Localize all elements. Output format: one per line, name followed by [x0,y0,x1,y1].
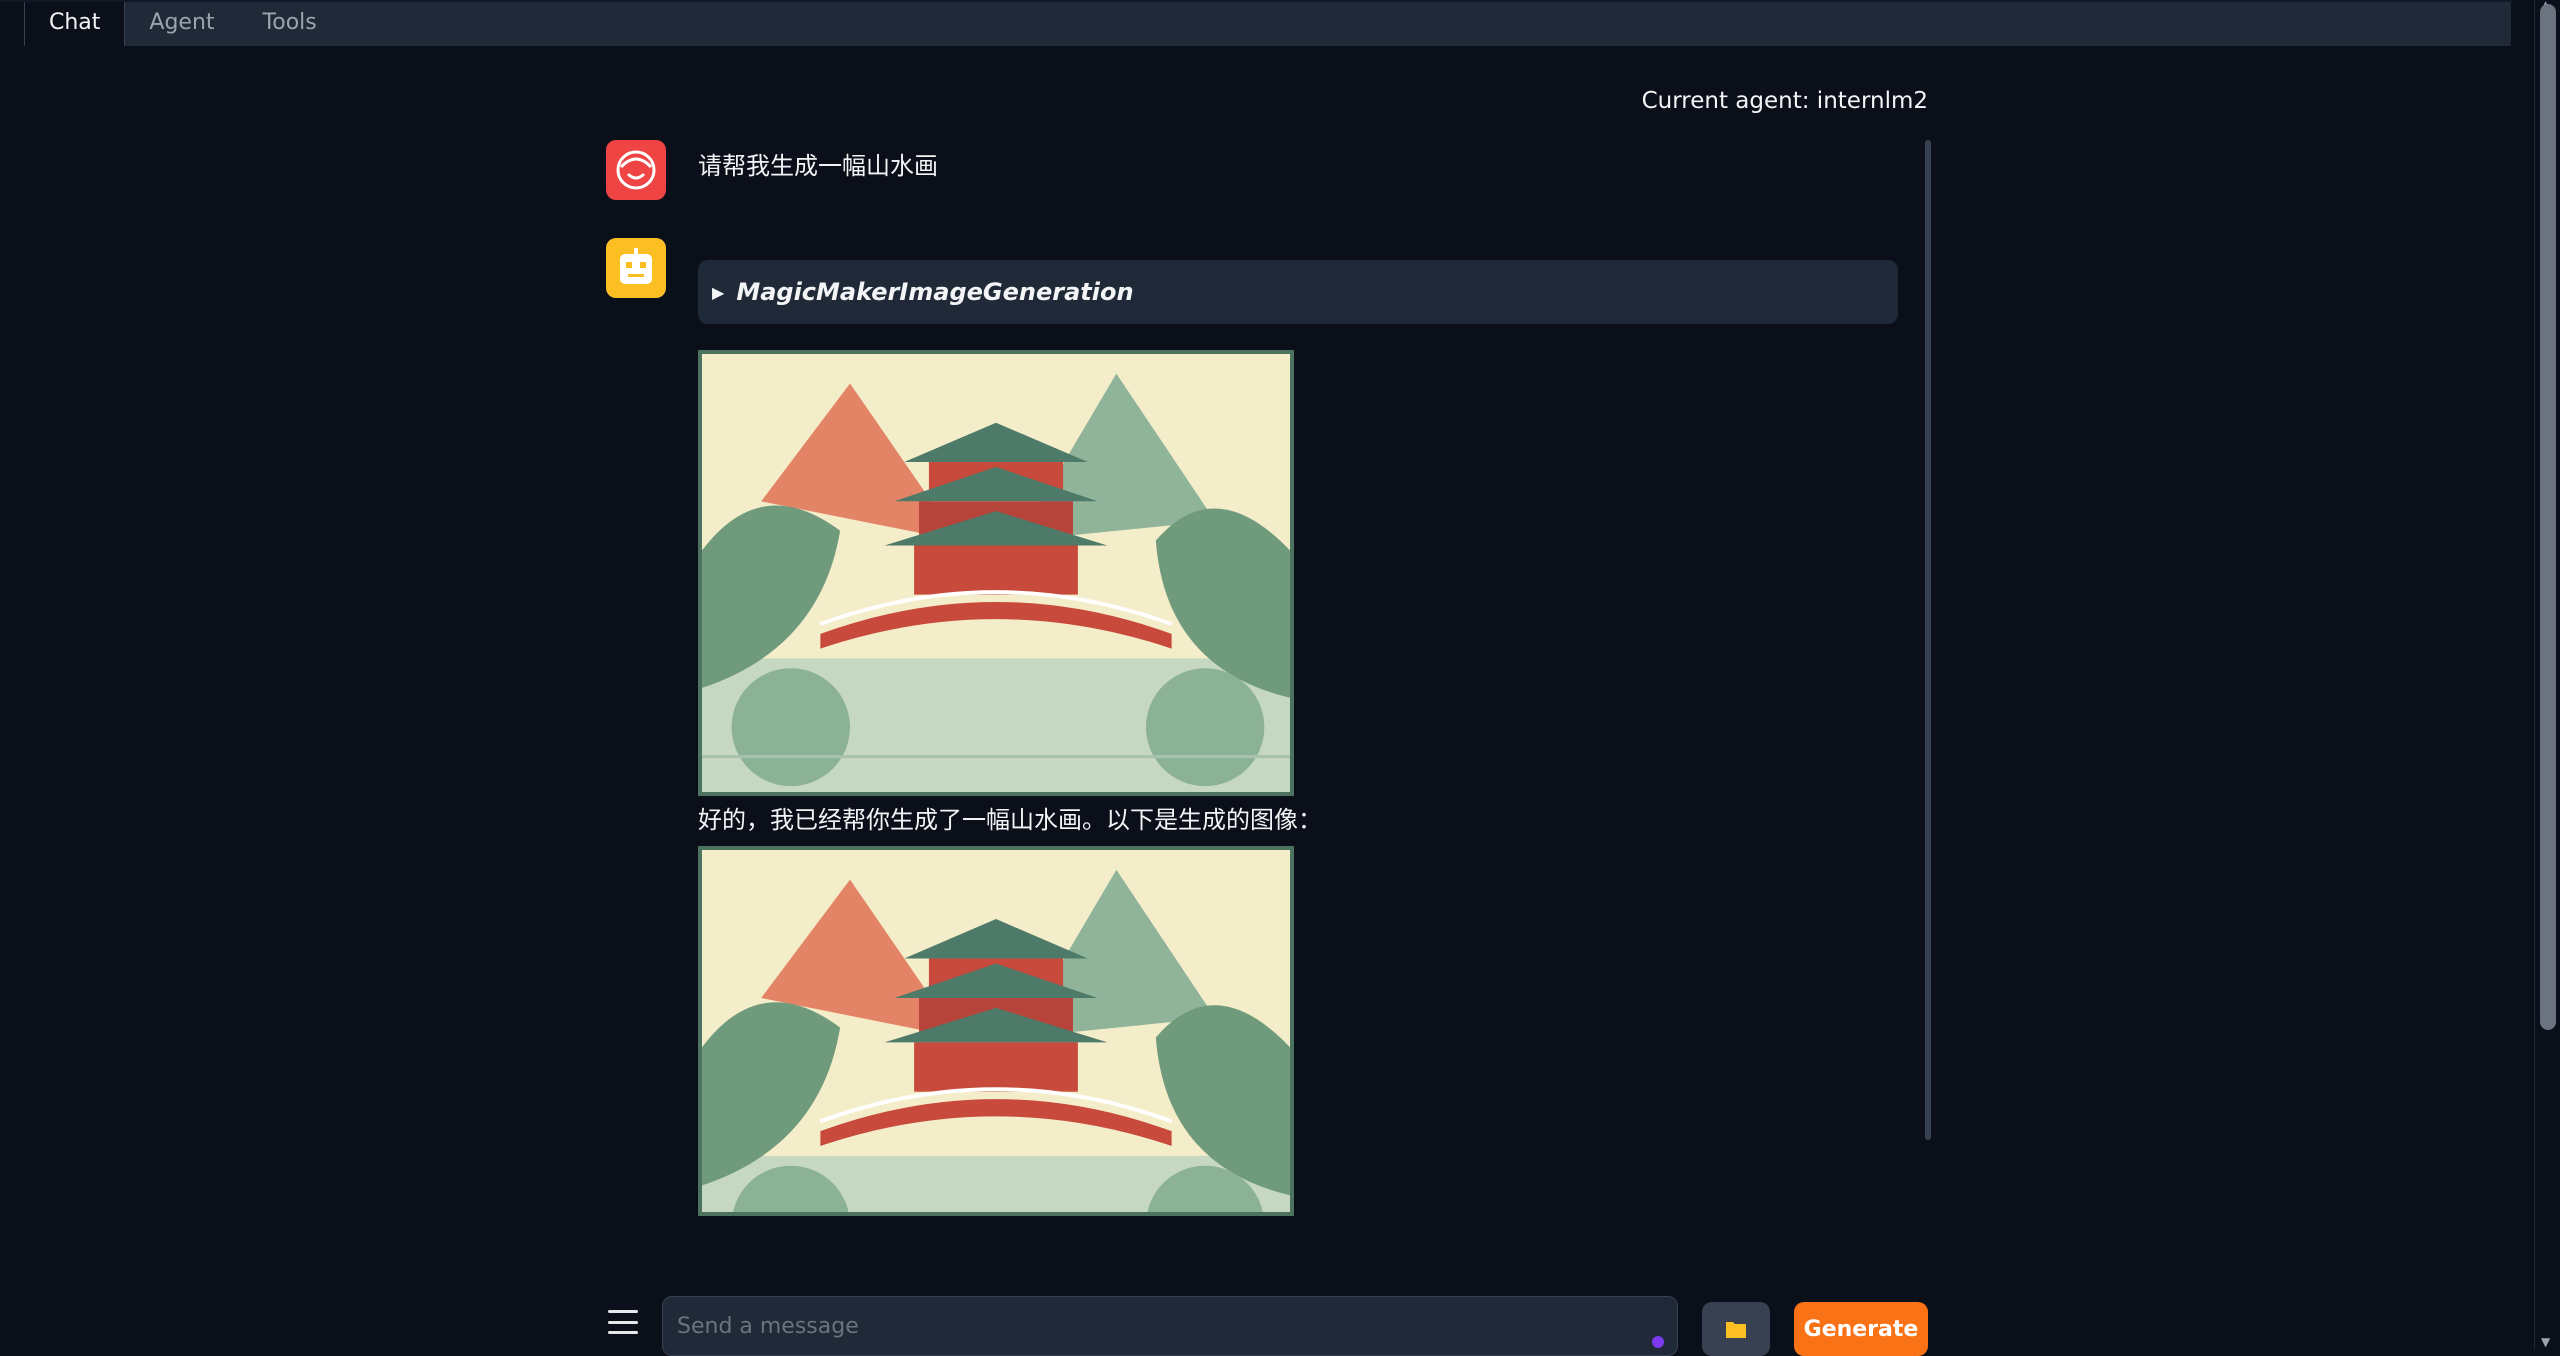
generated-image[interactable] [698,846,1294,1216]
upload-button[interactable] [1702,1302,1770,1356]
menu-line [608,1331,638,1334]
bot-message: 好的，我已经帮你生成了一幅山水画。以下是生成的图像： [698,806,1322,834]
chat-panel[interactable]: 请帮我生成一幅山水画 ▶ MagicMakerImageGeneration 好… [606,140,1931,1216]
tab-list: Chat Agent Tools [24,2,2511,46]
tool-call-expander[interactable]: ▶ MagicMakerImageGeneration [698,260,1898,324]
user-face-icon [616,150,656,190]
tab-tools[interactable]: Tools [239,2,341,46]
generate-button[interactable]: Generate [1794,1302,1928,1356]
page-scrollbar[interactable]: ▲ ▼ [2534,0,2560,1349]
user-message: 请帮我生成一幅山水画 [698,152,938,180]
message-input[interactable] [662,1296,1678,1356]
tab-chat[interactable]: Chat [24,2,126,46]
current-agent-label: Current agent: internlm2 [1641,88,1928,114]
menu-line [608,1320,638,1324]
tab-bar: Chat Agent Tools [0,0,2513,46]
landscape-image [702,354,1290,792]
menu-icon[interactable] [608,1310,638,1334]
input-status-dot [1652,1336,1664,1348]
landscape-image [702,850,1290,1212]
user-avatar [606,140,666,200]
bot-avatar [606,238,666,298]
folder-icon [1726,1322,1746,1338]
chat-scrollbar[interactable] [1925,140,1931,1140]
scroll-down-icon[interactable]: ▼ [2541,1335,2550,1349]
tool-call-name: MagicMakerImageGeneration [736,278,1134,306]
menu-line [608,1310,638,1313]
scrollbar-thumb[interactable] [2540,4,2556,1030]
expand-triangle-icon: ▶ [712,282,725,302]
tab-agent[interactable]: Agent [125,2,238,46]
robot-icon [620,248,652,284]
generated-image[interactable] [698,350,1294,796]
